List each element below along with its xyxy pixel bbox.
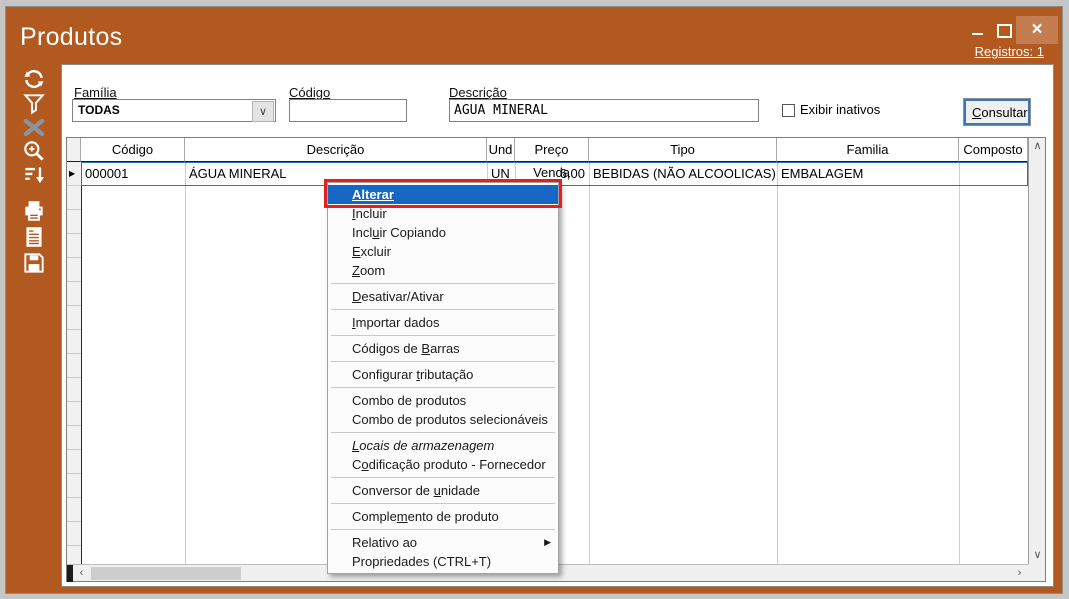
menu-separator xyxy=(328,384,558,391)
grid-column-line xyxy=(777,162,778,564)
save-icon[interactable] xyxy=(21,250,47,276)
vertical-scrollbar[interactable]: ∧ ∨ xyxy=(1028,138,1045,564)
column-header-descricao[interactable]: Descrição xyxy=(185,138,487,162)
menu-item-zoom[interactable]: Zoom xyxy=(328,261,558,280)
menu-item-locais-de-armazenagem[interactable]: Locais de armazenagem xyxy=(328,436,558,455)
column-header-familia[interactable]: Familia xyxy=(777,138,959,162)
menu-item-combo-de-produtos[interactable]: Combo de produtos xyxy=(328,391,558,410)
grid-column-line xyxy=(81,162,82,564)
window-title: Produtos xyxy=(20,23,122,52)
grid-column-line xyxy=(589,162,590,564)
exibir-inativos-checkbox[interactable] xyxy=(782,104,795,117)
refresh-icon[interactable] xyxy=(21,66,47,92)
codigo-input[interactable] xyxy=(289,99,407,122)
chevron-down-icon[interactable]: ∨ xyxy=(252,101,274,122)
descricao-input[interactable] xyxy=(449,99,759,122)
screen: Produtos × Registros: 1 Família TODAS ∨ … xyxy=(0,0,1069,599)
familia-combobox-value: TODAS xyxy=(78,103,120,117)
row-cell-familia[interactable]: EMBALAGEM xyxy=(777,162,959,186)
menu-item-excluir[interactable]: Excluir xyxy=(328,242,558,261)
menu-item-combo-de-produtos-selecionaveis[interactable]: Combo de produtos selecionáveis xyxy=(328,410,558,429)
menu-item-codificacao-produto-fornecedor[interactable]: Codificação produto - Fornecedor xyxy=(328,455,558,474)
menu-item-alterar[interactable]: Alterar xyxy=(328,185,558,204)
scroll-down-arrow-icon[interactable]: ∨ xyxy=(1029,547,1046,564)
column-header-tipo[interactable]: Tipo xyxy=(589,138,777,162)
menu-separator xyxy=(328,526,558,533)
maximize-icon xyxy=(997,24,1012,38)
descricao-label: Descrição xyxy=(449,85,507,100)
menu-item-configurar-tributacao[interactable]: Configurar tributação xyxy=(328,365,558,384)
exibir-inativos-label: Exibir inativos xyxy=(800,102,880,117)
column-header-composto[interactable]: Composto xyxy=(959,138,1028,162)
row-indicator-icon: ▶ xyxy=(67,162,81,186)
scroll-left-arrow-icon[interactable]: ‹ xyxy=(73,565,90,582)
consultar-button[interactable]: Consultar xyxy=(964,99,1030,125)
column-header-codigo[interactable]: Código xyxy=(81,138,185,162)
menu-item-importar-dados[interactable]: Importar dados xyxy=(328,313,558,332)
scroll-right-arrow-icon[interactable]: › xyxy=(1011,565,1028,582)
maximize-button[interactable] xyxy=(990,19,1018,43)
menu-item-incluir[interactable]: Incluir xyxy=(328,204,558,223)
app-window: Produtos × Registros: 1 Família TODAS ∨ … xyxy=(6,7,1062,593)
menu-separator xyxy=(328,474,558,481)
report-icon[interactable] xyxy=(21,224,47,250)
menu-separator xyxy=(328,332,558,339)
row-cell-composto[interactable] xyxy=(959,162,1028,186)
row-cell-codigo[interactable]: 000001 xyxy=(81,162,185,186)
grid-column-line xyxy=(959,162,960,564)
minimize-button[interactable] xyxy=(964,19,990,43)
row-indicator-column xyxy=(67,186,81,564)
row-cell-tipo[interactable]: BEBIDAS (NÃO ALCOOLICAS) xyxy=(589,162,777,186)
horizontal-scrollbar-thumb[interactable] xyxy=(91,567,241,580)
familia-label: Família xyxy=(74,85,117,100)
submenu-arrow-icon: ▶ xyxy=(544,533,551,552)
menu-item-propriedades-ctrl-t[interactable]: Propriedades (CTRL+T) xyxy=(328,552,558,571)
menu-item-desativar-ativar[interactable]: Desativar/Ativar xyxy=(328,287,558,306)
print-icon[interactable] xyxy=(21,198,47,224)
menu-separator xyxy=(328,358,558,365)
context-menu: AlterarIncluirIncluir CopiandoExcluirZoo… xyxy=(327,182,559,574)
scrollbar-corner xyxy=(1028,564,1045,581)
menu-item-relativo-ao[interactable]: Relativo ao▶ xyxy=(328,533,558,552)
filter-icon[interactable] xyxy=(21,91,47,117)
sort-icon[interactable] xyxy=(21,162,47,188)
menu-item-complemento-de-produto[interactable]: Complemento de produto xyxy=(328,507,558,526)
codigo-label: Código xyxy=(289,85,330,100)
familia-combobox[interactable]: TODAS ∨ xyxy=(72,99,276,122)
menu-separator xyxy=(328,429,558,436)
registros-link[interactable]: Registros: 1 xyxy=(975,44,1044,59)
minimize-icon xyxy=(972,33,983,35)
menu-separator xyxy=(328,306,558,313)
close-button[interactable]: × xyxy=(1016,16,1058,44)
column-header-preco-venda[interactable]: Preço Venda xyxy=(515,138,589,162)
menu-item-codigos-de-barras[interactable]: Códigos de Barras xyxy=(328,339,558,358)
row-indicator-header xyxy=(67,138,81,162)
menu-separator xyxy=(328,500,558,507)
menu-separator xyxy=(328,280,558,287)
scroll-up-arrow-icon[interactable]: ∧ xyxy=(1029,138,1046,155)
menu-item-incluir-copiando[interactable]: Incluir Copiando xyxy=(328,223,558,242)
grid-column-line xyxy=(185,162,186,564)
menu-item-conversor-de-unidade[interactable]: Conversor de unidade xyxy=(328,481,558,500)
zoom-icon[interactable] xyxy=(21,138,47,164)
column-header-und[interactable]: Und xyxy=(487,138,515,162)
